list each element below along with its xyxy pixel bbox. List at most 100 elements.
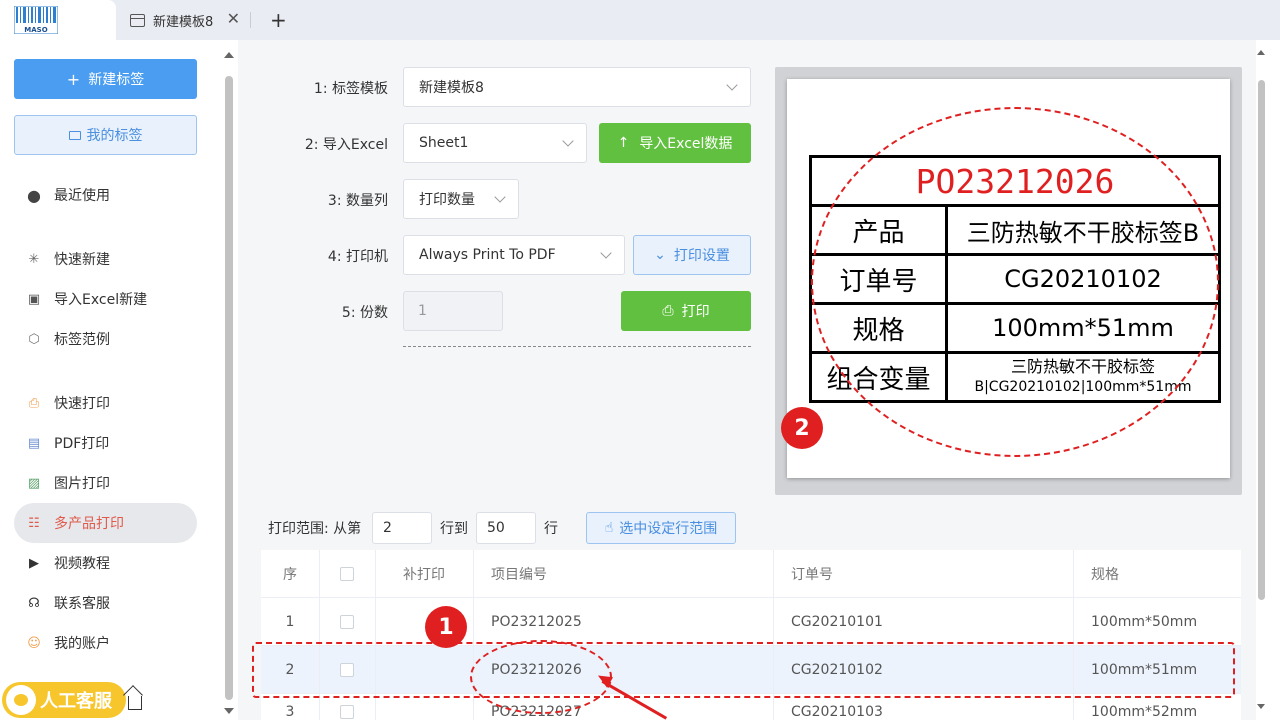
tab-template[interactable]: 新建模板8 ✕: [116, 0, 250, 40]
sidebar-item-label: 导入Excel新建: [54, 292, 148, 308]
my-labels-text: 我的标签: [86, 128, 143, 144]
cell-order-no: CG20210101: [791, 614, 883, 630]
annotation-badge-1: 1: [425, 606, 467, 648]
sparkle-icon: ✳: [28, 251, 40, 267]
main-scrollbar[interactable]: [1256, 40, 1280, 720]
sidebar-item-label: 快速打印: [54, 396, 110, 412]
qty-column-select[interactable]: 打印数量: [403, 179, 519, 219]
scroll-up-icon[interactable]: [224, 52, 234, 58]
th-item-no: 项目编号: [491, 567, 547, 583]
scroll-up-icon[interactable]: [1257, 50, 1265, 55]
printer-icon: ⎙: [28, 395, 40, 411]
scrollbar-thumb[interactable]: [1258, 80, 1265, 600]
sidebar-item-label: 我的账户: [54, 636, 110, 652]
my-labels-button[interactable]: 我的标签: [14, 115, 197, 155]
select-all-checkbox[interactable]: [340, 567, 354, 581]
tab-divider: [250, 12, 251, 28]
range-row-label: 行: [544, 521, 558, 537]
scroll-down-icon[interactable]: [1257, 704, 1265, 709]
row-checkbox[interactable]: [340, 705, 354, 719]
annotation-badge-2: 2: [781, 407, 823, 449]
label-preview-card: PO23212026 产品 三防热敏不干胶标签B 订单号 CG20210102 …: [781, 79, 1230, 478]
plus-icon: +: [66, 69, 81, 89]
range-to-input[interactable]: 50: [476, 512, 536, 544]
select-range-button[interactable]: ☝ 选中设定行范围: [586, 512, 736, 544]
sheet-select[interactable]: Sheet1: [403, 123, 587, 163]
annotation-ellipse: [470, 640, 612, 714]
cell-spec: 100mm*50mm: [1091, 614, 1198, 630]
user-icon: ☺: [27, 635, 41, 651]
scrollbar-thumb[interactable]: [225, 76, 233, 700]
cell-select[interactable]: [319, 598, 375, 646]
sheet-select-value: Sheet1: [419, 135, 469, 151]
range-from-input[interactable]: 2: [372, 512, 432, 544]
printer-select-value: Always Print To PDF: [419, 247, 556, 263]
video-icon: ▶: [29, 555, 39, 571]
add-tab-icon[interactable]: +: [270, 8, 287, 32]
logo-text: MASO: [24, 26, 47, 34]
sidebar-item-label: 图片打印: [54, 476, 110, 492]
main-panel: 1: 标签模板 新建模板8 2: 导入Excel Sheet1 ↑ 导入Exce…: [238, 40, 1256, 720]
sidebar-item-pdf-print[interactable]: ▤ PDF打印: [14, 423, 197, 463]
template-select[interactable]: 新建模板8: [403, 67, 751, 107]
template-select-value: 新建模板8: [419, 80, 484, 96]
sidebar-item-quick-new[interactable]: ✳ 快速新建: [14, 239, 197, 279]
range-to-label: 行到: [440, 521, 468, 537]
import-excel-button[interactable]: ↑ 导入Excel数据: [599, 123, 751, 163]
multi-product-icon: ☷: [28, 515, 40, 531]
template-label: 1: 标签模板: [313, 81, 388, 97]
cell-item-no: PO23212025: [491, 614, 582, 630]
cell-seq: 1: [285, 614, 295, 630]
new-label-button[interactable]: + 新建标签: [14, 59, 197, 99]
close-tab-icon[interactable]: ✕: [227, 9, 240, 28]
image-icon: ▨: [27, 475, 41, 491]
copies-label: 5: 份数: [341, 305, 388, 321]
print-settings-button[interactable]: ⌄ 打印设置: [633, 235, 751, 275]
pointer-icon: ☝: [604, 520, 614, 536]
qty-label: 3: 数量列: [327, 193, 388, 209]
table-header-row: 序 补打印 项目编号 订单号 规格: [261, 550, 1241, 598]
tab-title: 新建模板8: [153, 14, 214, 30]
chevron-down-icon: [494, 191, 506, 203]
th-order-no: 订单号: [791, 567, 833, 583]
sidebar-item-image-print[interactable]: ▨ 图片打印: [14, 463, 197, 503]
row-checkbox[interactable]: [340, 615, 354, 629]
qty-select-value: 打印数量: [419, 192, 475, 208]
sidebar-item-examples[interactable]: ⬡ 标签范例: [14, 319, 197, 359]
logo-tab[interactable]: MASO: [0, 0, 116, 40]
sidebar-item-recent[interactable]: ● 最近使用: [14, 175, 197, 215]
dashed-divider: [403, 346, 751, 347]
sidebar-item-my-account[interactable]: ☺ 我的账户: [14, 623, 197, 663]
sidebar-item-label: 标签范例: [54, 332, 110, 348]
select-range-text: 选中设定行范围: [619, 521, 718, 537]
scroll-down-icon[interactable]: [224, 708, 234, 714]
excel-label: 2: 导入Excel: [304, 137, 388, 153]
headset-icon: ☊: [28, 595, 40, 611]
window-icon: [130, 13, 145, 27]
clock-icon: ●: [27, 185, 41, 205]
printer-select[interactable]: Always Print To PDF: [403, 235, 625, 275]
maso-logo-icon: MASO: [14, 6, 58, 34]
chevron-down-icon: [562, 135, 574, 147]
new-label-text: 新建标签: [88, 72, 145, 88]
sidebar-item-video-tutorial[interactable]: ▶ 视频教程: [14, 543, 197, 583]
print-button[interactable]: ⎙ 打印: [621, 291, 751, 331]
sidebar-scrollbar[interactable]: [224, 48, 234, 716]
pdf-icon: ▤: [27, 435, 41, 451]
home-icon[interactable]: [128, 696, 142, 710]
sidebar-item-multi-product-print[interactable]: ☷ 多产品打印: [14, 503, 197, 543]
chevron-down-icon: ⌄: [654, 247, 666, 263]
upload-icon: ↑: [617, 135, 630, 151]
tab-bar: MASO 新建模板8 ✕ +: [0, 0, 1280, 40]
label-preview-frame: PO23212026 产品 三防热敏不干胶标签B 订单号 CG20210102 …: [775, 67, 1242, 495]
th-select-all[interactable]: [319, 550, 375, 598]
live-support-text: 人工客服: [40, 691, 112, 712]
sidebar-item-quick-print[interactable]: ⎙ 快速打印: [14, 383, 197, 423]
import-excel-text: 导入Excel数据: [639, 136, 733, 152]
sidebar-item-excel-new[interactable]: ▣ 导入Excel新建: [14, 279, 197, 319]
copies-input[interactable]: 1: [403, 291, 503, 331]
table-row[interactable]: 1 PO23212025 CG20210101 100mm*50mm: [261, 598, 1241, 646]
sidebar-item-contact-support[interactable]: ☊ 联系客服: [14, 583, 197, 623]
live-support-button[interactable]: 人工客服: [2, 682, 126, 718]
chevron-down-icon: [726, 79, 738, 91]
